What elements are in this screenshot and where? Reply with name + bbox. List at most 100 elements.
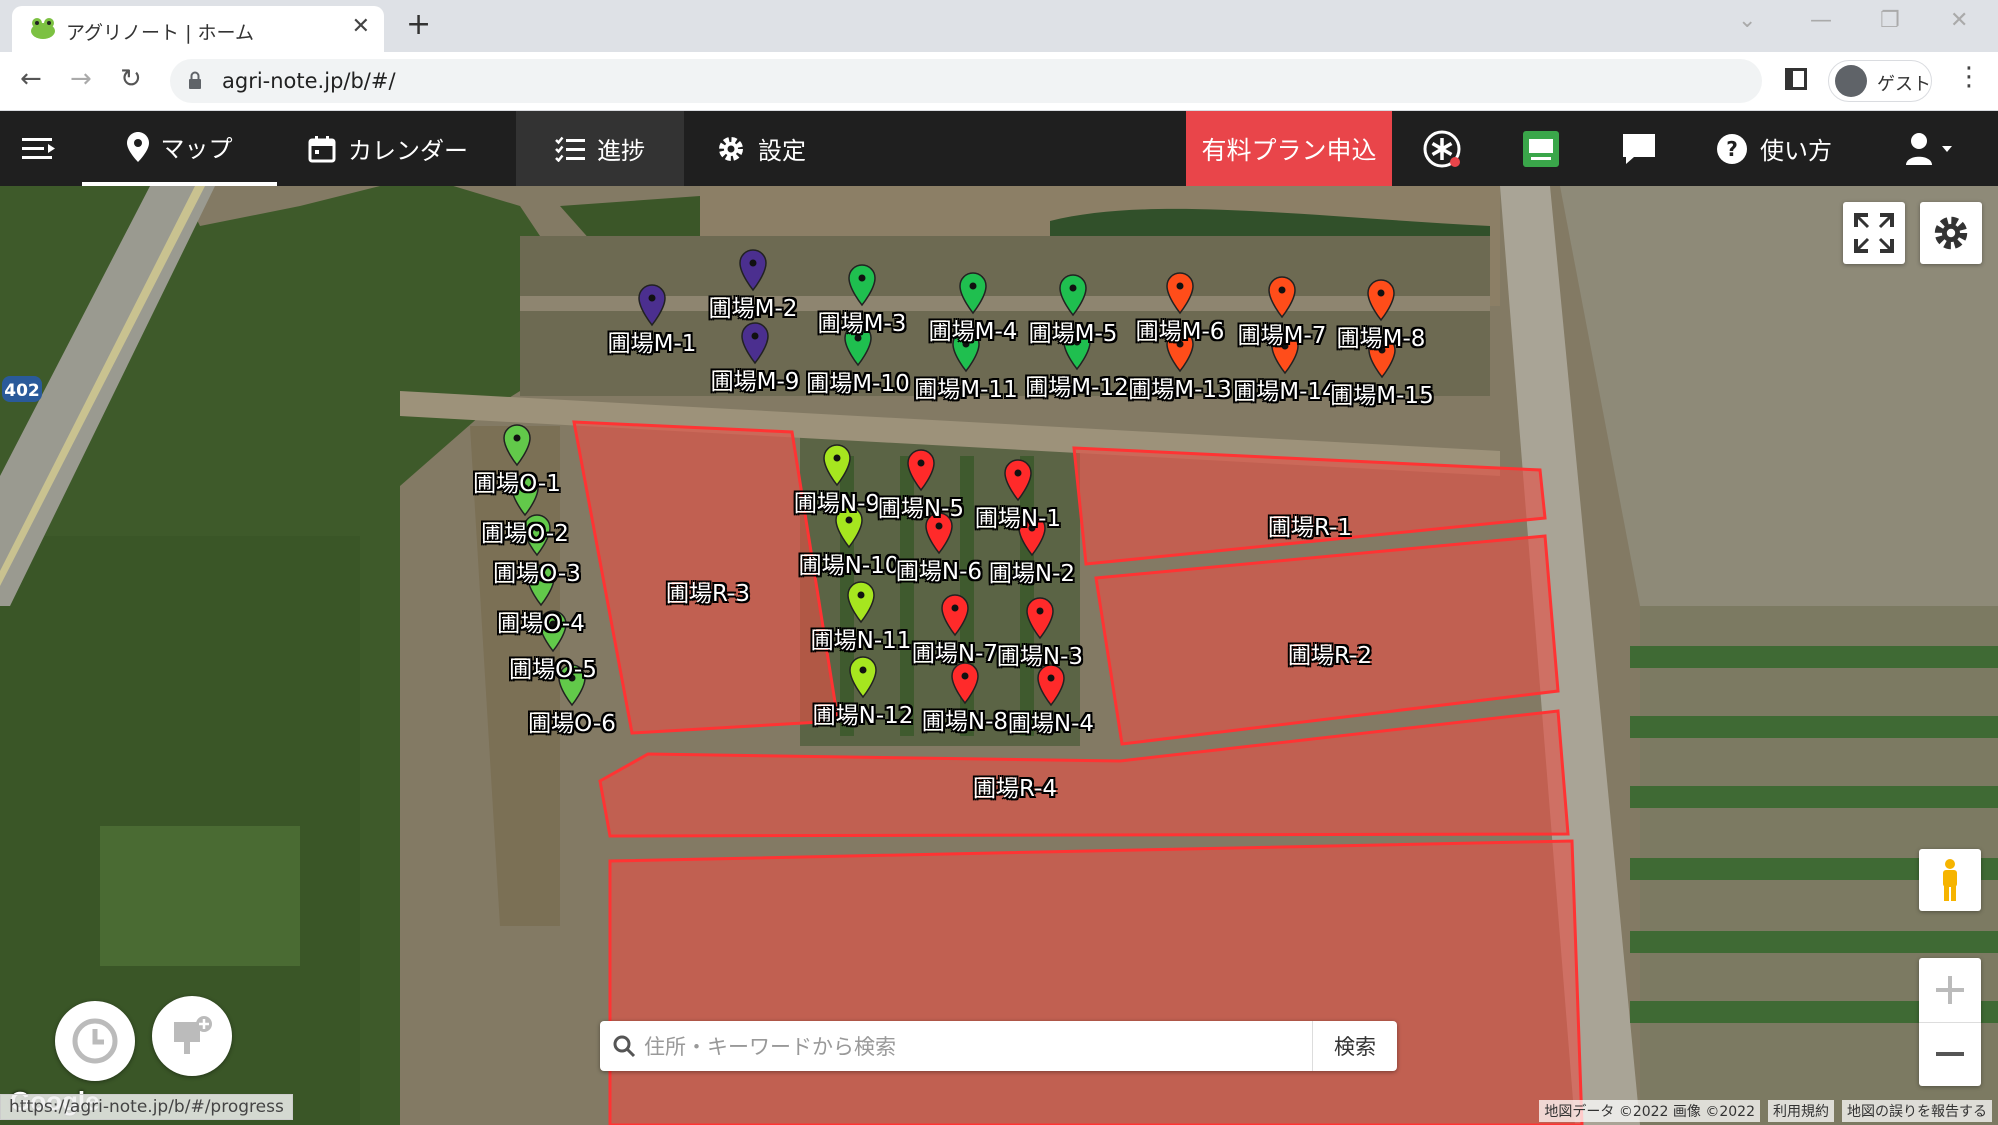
- field-pin-label[interactable]: 圃場N-9: [794, 484, 880, 518]
- field-pin-label[interactable]: 圃場O-1: [473, 464, 561, 498]
- field-pin-label[interactable]: 圃場N-6: [896, 552, 982, 586]
- add-field-button[interactable]: [152, 996, 232, 1076]
- field-label-r2[interactable]: 圃場R-2: [1288, 636, 1372, 670]
- minimize-icon[interactable]: —: [1810, 8, 1832, 33]
- field-pin-label[interactable]: 圃場O-3: [493, 554, 581, 588]
- field-pin-label[interactable]: 圃場M-9: [711, 362, 800, 396]
- back-icon[interactable]: ←: [20, 64, 42, 94]
- field-label-r4[interactable]: 圃場R-4: [973, 769, 1057, 803]
- restore-icon[interactable]: ❐: [1880, 8, 1900, 33]
- terms-link[interactable]: 利用規約: [1768, 1100, 1834, 1122]
- field-pin-label[interactable]: 圃場M-8: [1337, 319, 1426, 353]
- logbook-icon[interactable]: [1522, 111, 1560, 186]
- paid-plan-label: 有料プラン申込: [1201, 135, 1377, 165]
- field-r5-shape: [608, 839, 1584, 1125]
- forward-icon[interactable]: →: [70, 64, 92, 94]
- search-input[interactable]: [642, 1021, 1286, 1073]
- field-label-r1[interactable]: 圃場R-1: [1268, 508, 1352, 542]
- nav-settings-tab[interactable]: 設定: [716, 111, 806, 186]
- status-bar-url: https://agri-note.jp/b/#/progress: [0, 1094, 293, 1120]
- reload-icon[interactable]: ↻: [120, 64, 142, 94]
- field-pin-label[interactable]: 圃場M-10: [806, 364, 909, 398]
- field-pin-label[interactable]: 圃場M-12: [1025, 368, 1128, 402]
- field-pin-label[interactable]: 圃場N-10: [799, 546, 900, 580]
- map-view[interactable]: 402 圃場M-1 圃場M-2 圃場M-3 圃場M-4 圃場M-5 圃場M-6 圃場M-7 圃…: [0, 186, 1998, 1125]
- profile-avatar-icon: [1835, 65, 1867, 97]
- field-pin-label[interactable]: 圃場O-6: [528, 704, 616, 738]
- field-pin-label[interactable]: 圃場M-1: [608, 324, 697, 358]
- new-tab-icon[interactable]: +: [406, 10, 431, 40]
- field-pin-label[interactable]: 圃場M-3: [818, 304, 907, 338]
- checklist-icon: [555, 136, 585, 162]
- field-pin-label[interactable]: 圃場M-13: [1128, 370, 1231, 404]
- notification-icon[interactable]: [1422, 111, 1462, 186]
- field-pin-label[interactable]: 圃場N-5: [878, 489, 964, 523]
- chat-icon[interactable]: [1622, 111, 1656, 186]
- zoom-control: [1919, 958, 1981, 1086]
- nav-calendar-tab[interactable]: カレンダー: [308, 111, 468, 186]
- field-pin-label[interactable]: 圃場M-5: [1029, 314, 1118, 348]
- field-pin-label[interactable]: 圃場M-11: [914, 370, 1017, 404]
- url-text: agri-note.jp/b/#/: [222, 69, 396, 93]
- side-panel-icon[interactable]: [1785, 68, 1807, 90]
- search-button[interactable]: 検索: [1312, 1021, 1397, 1071]
- field-pin-label[interactable]: 圃場N-2: [989, 554, 1075, 588]
- field-pin-label[interactable]: 圃場O-4: [497, 604, 585, 638]
- nav-progress-label: 進捗: [597, 137, 645, 165]
- close-window-icon[interactable]: ✕: [1950, 8, 1968, 33]
- field-pin-label[interactable]: 圃場N-11: [811, 621, 912, 655]
- nav-progress-tab[interactable]: 進捗: [516, 111, 684, 186]
- help-label: 使い方: [1760, 137, 1832, 165]
- clock-icon: [72, 1018, 118, 1064]
- sidebar-toggle-icon[interactable]: [22, 111, 56, 186]
- close-tab-icon[interactable]: ✕: [352, 14, 370, 39]
- zoom-out-button[interactable]: [1919, 1023, 1981, 1087]
- map-attribution: 地図データ ©2022 画像 ©2022 利用規約 地図の誤りを報告する: [1539, 1100, 1992, 1122]
- profile-button[interactable]: ゲスト: [1828, 60, 1932, 102]
- nav-map-label: マップ: [160, 135, 233, 163]
- field-pin-label[interactable]: 圃場O-5: [509, 650, 597, 684]
- profile-label: ゲスト: [1877, 74, 1931, 95]
- nav-calendar-label: カレンダー: [348, 137, 468, 165]
- field-pin-label[interactable]: 圃場M-15: [1330, 376, 1433, 410]
- browser-tab-bar: アグリノート | ホーム ✕ + ⌄ — ❐ ✕: [0, 0, 1998, 52]
- field-pin-label[interactable]: 圃場N-12: [813, 696, 914, 730]
- field-pin-label[interactable]: 圃場M-4: [929, 312, 1018, 346]
- fullscreen-icon: [1854, 213, 1894, 253]
- field-pin-label[interactable]: 圃場M-14: [1233, 372, 1336, 406]
- nav-map-tab[interactable]: マップ: [82, 111, 277, 186]
- tab-search-icon[interactable]: ⌄: [1738, 8, 1756, 33]
- add-marker-icon: [174, 1016, 212, 1054]
- history-button[interactable]: [55, 1001, 135, 1081]
- help-button[interactable]: ? 使い方: [1716, 111, 1832, 186]
- field-pin-label[interactable]: 圃場N-7: [912, 634, 998, 668]
- calendar-icon: [308, 135, 336, 162]
- tab-title: アグリノート | ホーム: [66, 22, 254, 44]
- fullscreen-button[interactable]: [1843, 202, 1905, 264]
- field-pin-label[interactable]: 圃場N-3: [997, 637, 1083, 671]
- field-pin-label[interactable]: 圃場M-2: [709, 289, 798, 323]
- field-pin-label[interactable]: 圃場M-7: [1238, 316, 1327, 350]
- field-pin-label[interactable]: 圃場N-4: [1008, 704, 1094, 738]
- browser-menu-icon[interactable]: ⋮: [1956, 62, 1982, 92]
- map-settings-button[interactable]: [1920, 202, 1982, 264]
- field-pin-label[interactable]: 圃場M-6: [1136, 312, 1225, 346]
- map-data-credit: 地図データ ©2022 画像 ©2022: [1539, 1100, 1760, 1122]
- report-error-link[interactable]: 地図の誤りを報告する: [1842, 1100, 1992, 1122]
- gear-icon: [719, 136, 743, 161]
- frog-favicon-icon: [31, 18, 55, 39]
- map-pin-icon: [126, 131, 149, 162]
- field-pin-label[interactable]: 圃場O-2: [481, 514, 569, 548]
- paid-plan-button[interactable]: 有料プラン申込: [1186, 111, 1392, 186]
- url-bar[interactable]: agri-note.jp/b/#/: [170, 59, 1762, 103]
- zoom-in-button[interactable]: [1919, 958, 1981, 1023]
- help-icon: ?: [1717, 133, 1747, 164]
- street-view-button[interactable]: [1919, 849, 1981, 911]
- field-pin-label[interactable]: 圃場N-1: [975, 499, 1061, 533]
- browser-tab[interactable]: アグリノート | ホーム ✕: [12, 6, 384, 52]
- lock-icon: [189, 71, 201, 89]
- plus-icon: [1936, 975, 1964, 1004]
- user-menu-icon[interactable]: [1904, 111, 1956, 186]
- field-label-r3[interactable]: 圃場R-3: [666, 574, 750, 608]
- field-pin-label[interactable]: 圃場N-8: [922, 702, 1008, 736]
